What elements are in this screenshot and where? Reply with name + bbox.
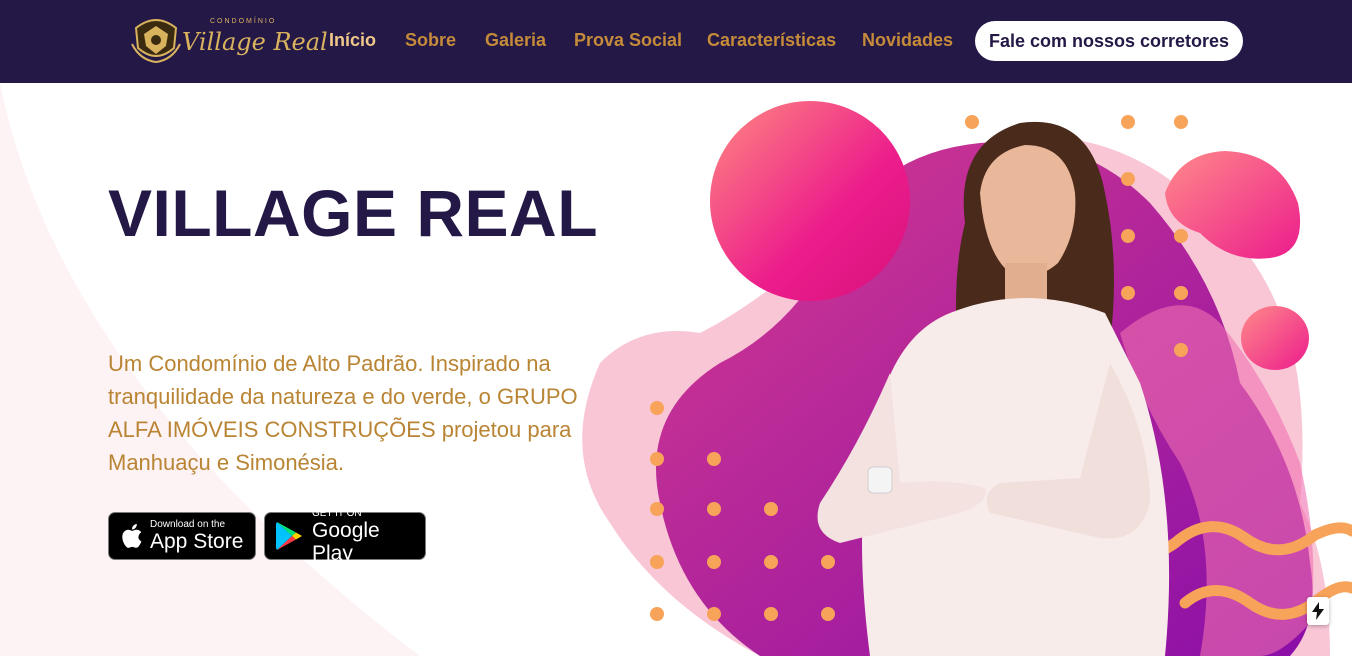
nav-galeria[interactable]: Galeria	[485, 30, 546, 51]
nav-prova-social[interactable]: Prova Social	[574, 30, 682, 51]
google-play-label: Google Play	[312, 518, 380, 565]
google-play-button[interactable]: GET IT ON Google Play	[264, 508, 426, 565]
logo-name: Village Real	[182, 28, 328, 56]
hero-section: VILLAGE REAL Um Condomínio de Alto Padrã…	[0, 83, 1352, 656]
hero-description: Um Condomínio de Alto Padrão. Inspirado …	[108, 351, 578, 475]
crest-icon	[131, 19, 181, 64]
nav-novidades[interactable]: Novidades	[862, 30, 953, 51]
bolt-icon	[1312, 602, 1324, 620]
nav-caracteristicas[interactable]: Características	[707, 30, 836, 51]
contact-brokers-button[interactable]: Fale com nossos corretores	[975, 21, 1243, 61]
app-store-small-label: Download on the	[150, 519, 226, 530]
navbar: CONDOMÍNIO Village Real Início Sobre Gal…	[0, 0, 1352, 83]
nav-inicio[interactable]: Início	[329, 30, 376, 51]
apple-icon	[119, 522, 143, 550]
google-play-icon	[275, 520, 305, 552]
app-store-button[interactable]: Download on the App Store	[108, 512, 256, 560]
google-play-small-label: GET IT ON	[312, 507, 362, 519]
logo-subtitle: CONDOMÍNIO	[210, 18, 277, 25]
floating-action-button[interactable]	[1307, 597, 1329, 625]
nav-sobre[interactable]: Sobre	[405, 30, 456, 51]
hero-title: VILLAGE REAL	[108, 176, 599, 250]
app-store-label: App Store	[150, 530, 244, 553]
logo[interactable]: CONDOMÍNIO Village Real	[130, 12, 328, 70]
